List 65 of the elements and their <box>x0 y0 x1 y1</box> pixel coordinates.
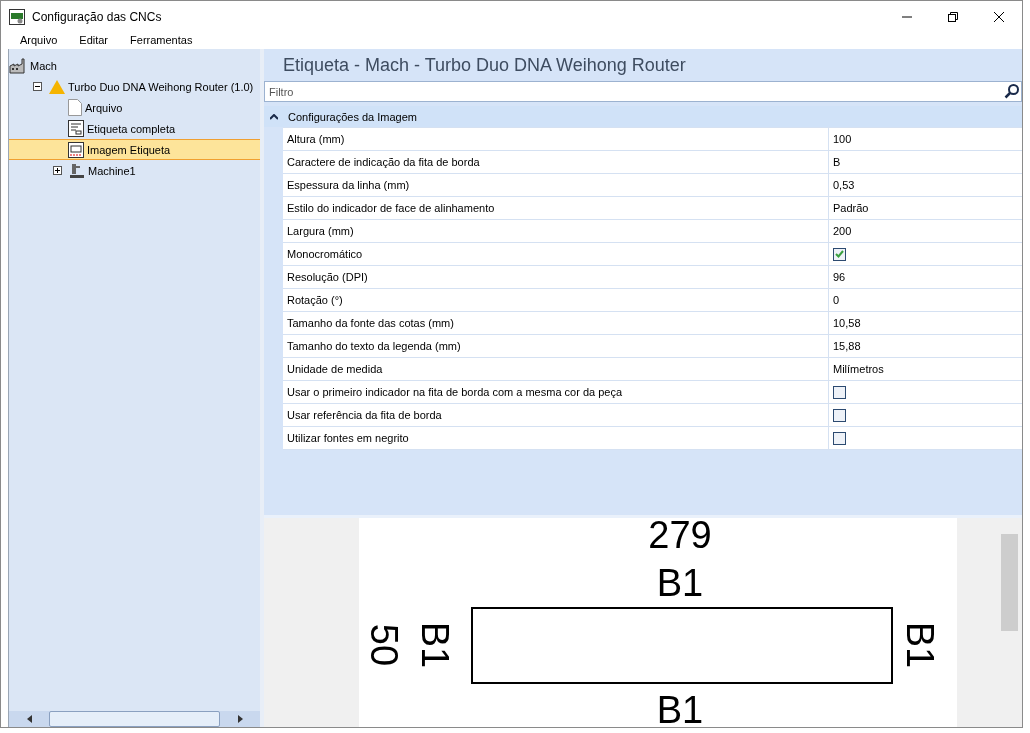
machine-icon <box>69 162 85 179</box>
close-icon[interactable] <box>993 10 1005 23</box>
caret-icon[interactable] <box>270 113 278 120</box>
restore-icon[interactable] <box>947 10 959 23</box>
tree-item[interactable]: Imagem Etiqueta <box>87 143 171 156</box>
group-header[interactable]: Configurações da Imagem <box>264 106 1022 127</box>
property-name: Usar referência da fita de borda <box>283 404 829 426</box>
filter-field[interactable]: Filtro <box>264 81 1022 102</box>
menu-item[interactable]: Editar <box>71 32 117 49</box>
property-name: Largura (mm) <box>283 220 829 242</box>
search-icon[interactable] <box>1004 83 1020 99</box>
edge-label: B1 <box>656 689 704 727</box>
group-label: Configurações da Imagem <box>288 110 417 123</box>
panel-title: Etiqueta - Mach - Turbo Duo DNA Weihong Router <box>282 54 687 77</box>
property-name: Estilo do indicador de face de alinhamento <box>283 197 829 219</box>
selected-tree-row[interactable]: Imagem Etiqueta <box>9 139 260 160</box>
tree-item[interactable]: Mach <box>30 59 57 72</box>
property-name: Tamanho da fonte das cotas (mm) <box>283 312 829 334</box>
property-value[interactable]: 200 <box>833 225 852 237</box>
property-name: Altura (mm) <box>283 128 829 150</box>
property-value[interactable]: 15,88 <box>833 340 861 352</box>
checkbox[interactable] <box>833 385 846 399</box>
edge-label: B1 <box>899 621 941 669</box>
property-name: Rotação (°) <box>283 289 829 311</box>
property-value[interactable]: 0,53 <box>833 179 855 191</box>
tree-item[interactable]: Etiqueta completa <box>87 122 176 135</box>
property-value[interactable]: 0 <box>833 294 840 306</box>
edge-label: B1 <box>414 621 456 669</box>
dimension-label: 279 <box>648 518 712 556</box>
menu-item[interactable]: Arquivo <box>12 32 66 49</box>
property-value[interactable]: 96 <box>833 271 846 283</box>
label-icon <box>68 141 84 158</box>
expand-icon[interactable] <box>53 166 62 175</box>
property-value[interactable]: 100 <box>833 133 852 145</box>
menu-item[interactable]: Ferramentas <box>122 32 201 49</box>
property-name: Tamanho do texto da legenda (mm) <box>283 335 829 357</box>
horizontal-scrollbar[interactable] <box>9 711 260 727</box>
scroll-right-icon[interactable] <box>237 715 243 723</box>
property-name: Resolução (DPI) <box>283 266 829 288</box>
tree-item[interactable]: Turbo Duo DNA Weihong Router (1.0) <box>68 80 254 93</box>
property-name: Espessura da linha (mm) <box>283 174 829 196</box>
property-value[interactable]: B <box>833 156 841 168</box>
app-icon <box>9 8 25 25</box>
checkbox[interactable] <box>833 247 846 261</box>
property-name: Usar o primeiro indicador na fita de borda com a mesma cor da peça <box>283 381 829 403</box>
property-name: Caractere de indicação da fita de borda <box>283 151 829 173</box>
edge-label: B1 <box>656 562 704 604</box>
page-icon <box>68 99 82 116</box>
window-title: Configuração das CNCs <box>32 9 162 24</box>
checkbox[interactable] <box>833 431 846 445</box>
checkbox[interactable] <box>833 408 846 422</box>
warning-icon <box>49 79 65 94</box>
property-name: Unidade de medida <box>283 358 829 380</box>
property-name: Utilizar fontes em negrito <box>283 427 829 449</box>
property-value[interactable]: 10,58 <box>833 317 861 329</box>
dimension-label: 50 <box>363 623 405 667</box>
property-value[interactable]: Milímetros <box>833 363 884 375</box>
property-value[interactable]: Padrão <box>833 202 869 214</box>
tree-item[interactable]: Machine1 <box>88 164 136 177</box>
property-name: Monocromático <box>283 243 829 265</box>
scroll-left-icon[interactable] <box>26 715 32 723</box>
collapse-icon[interactable] <box>33 82 42 91</box>
tree-item[interactable]: Arquivo <box>85 101 123 114</box>
factory-icon <box>9 57 27 74</box>
document-icon <box>68 120 84 137</box>
